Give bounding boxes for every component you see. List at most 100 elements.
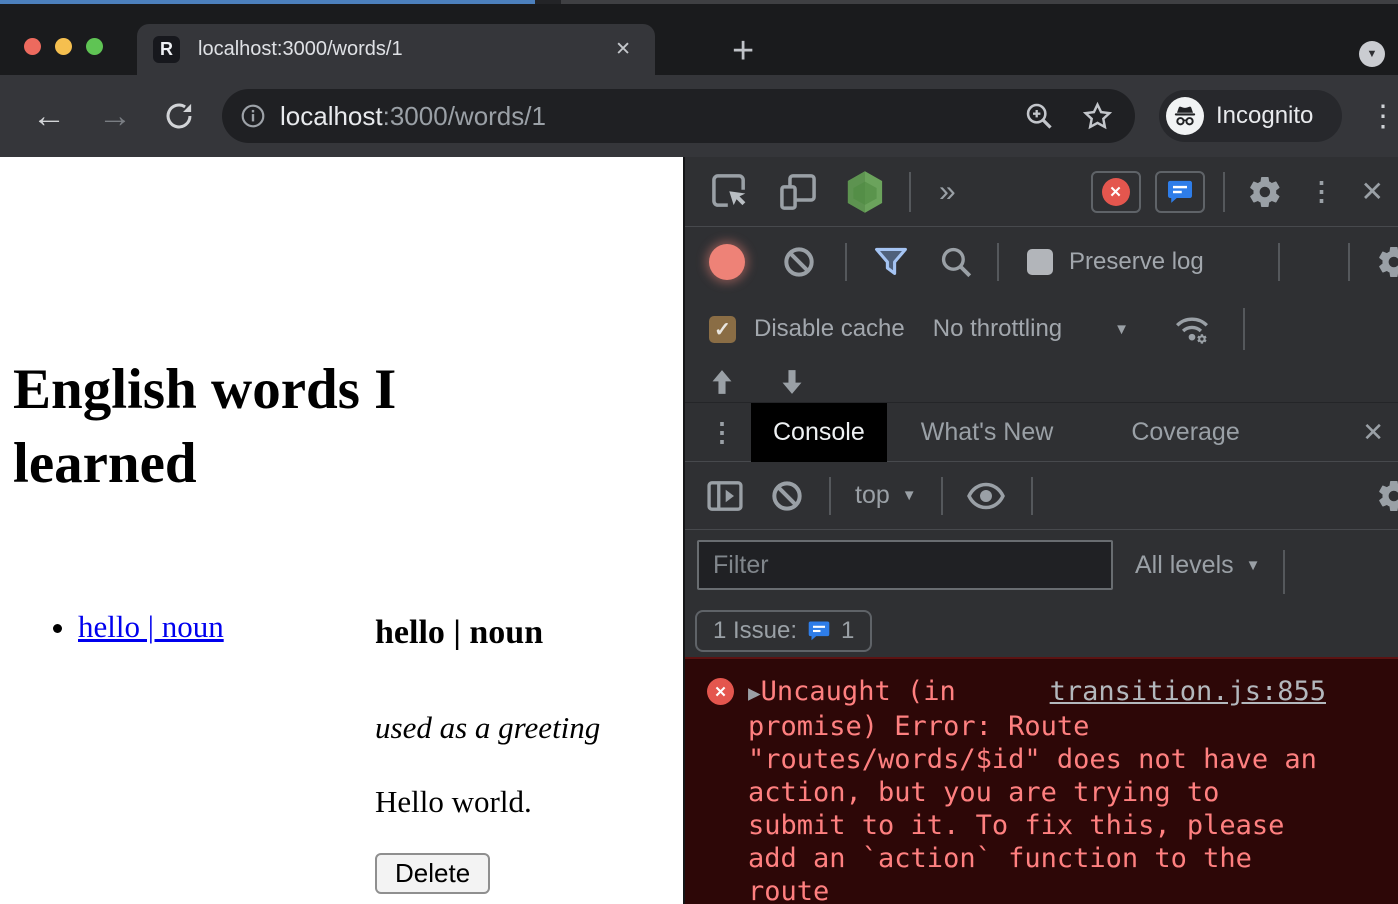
issues-chat-icon (1166, 178, 1194, 206)
disable-cache-label: Disable cache (754, 315, 905, 343)
list-item: hello | noun (78, 609, 224, 645)
url-text[interactable]: localhost:3000/words/1 (280, 101, 546, 132)
console-settings-gear-icon[interactable] (1376, 478, 1398, 514)
issues-count: 1 (841, 617, 854, 645)
issues-button[interactable] (1155, 171, 1205, 213)
devtools-panel: » ✕ ⋮ ✕ (683, 157, 1398, 904)
error-message-block: transition.js:855 ▶Uncaught (in promise)… (748, 675, 1326, 904)
throttling-caret-icon[interactable]: ▼ (1114, 321, 1129, 338)
divider (1283, 550, 1285, 594)
issues-row: 1 Issue: 1 (685, 600, 1398, 657)
browser-toolbar: ← → localhost:3000/words/1 Incognito ⋮ (0, 75, 1398, 157)
bookmark-star-icon[interactable] (1082, 101, 1113, 132)
back-button[interactable]: ← (32, 99, 66, 133)
page-title: English words I learned (13, 353, 573, 501)
tab-close-icon[interactable]: ✕ (615, 38, 631, 61)
javascript-context-select[interactable]: top (855, 481, 890, 510)
word-list: hello | noun (0, 609, 224, 645)
issues-text: 1 Issue: (713, 617, 797, 645)
incognito-label: Incognito (1216, 102, 1313, 130)
network-toolbar: Preserve log (685, 227, 1398, 296)
delete-button[interactable]: Delete (375, 853, 490, 894)
expand-triangle-icon[interactable]: ▶ (748, 681, 761, 705)
divider (941, 477, 943, 515)
tab-console[interactable]: Console (751, 403, 887, 462)
context-caret-icon[interactable]: ▼ (902, 487, 917, 504)
zoom-icon[interactable] (1024, 101, 1054, 131)
import-har-up-arrow-icon[interactable] (709, 369, 735, 395)
site-info-icon[interactable] (240, 103, 266, 129)
log-levels-select[interactable]: All levels ▼ (1135, 540, 1261, 590)
devtools-main-toolbar: » ✕ ⋮ ✕ (685, 157, 1398, 227)
export-har-down-arrow-icon[interactable] (779, 369, 805, 395)
divider (1243, 308, 1245, 350)
address-bar[interactable]: localhost:3000/words/1 (222, 89, 1135, 143)
search-icon[interactable] (939, 245, 973, 279)
tab-title: localhost:3000/words/1 (198, 38, 403, 61)
divider (1031, 477, 1033, 515)
issues-counter-button[interactable]: 1 Issue: 1 (695, 610, 872, 652)
filter-funnel-icon[interactable] (873, 246, 909, 278)
record-network-log-button[interactable] (709, 244, 745, 280)
word-title: hello | noun (375, 613, 600, 653)
content-area: English words I learned hello | noun hel… (0, 157, 1398, 904)
more-panels-icon[interactable]: » (939, 175, 956, 209)
forward-button: → (98, 99, 132, 133)
divider (829, 477, 831, 515)
divider (909, 172, 911, 212)
new-tab-button[interactable]: + (732, 30, 754, 73)
live-expression-eye-icon[interactable] (967, 482, 1005, 510)
console-sidebar-icon[interactable] (707, 480, 743, 512)
word-detail-panel: hello | noun used as a greeting Hello wo… (375, 613, 600, 894)
error-source-link[interactable]: transition.js:855 (1050, 675, 1326, 708)
disable-cache-checkbox[interactable]: ✓ (709, 316, 736, 343)
word-definition: used as a greeting (375, 709, 600, 747)
issue-chat-icon (807, 619, 831, 643)
node-devtools-icon[interactable] (845, 170, 885, 214)
browser-menu-icon[interactable]: ⋮ (1368, 99, 1398, 134)
har-import-export-row (685, 362, 1398, 402)
tab-search-button[interactable]: ▼ (1359, 41, 1385, 67)
clear-console-icon[interactable] (771, 480, 803, 512)
divider (997, 243, 999, 281)
reload-button[interactable] (164, 101, 194, 131)
tab-whats-new[interactable]: What's New (899, 403, 1076, 462)
network-settings-gear-icon[interactable] (1376, 244, 1398, 280)
clear-network-icon[interactable] (783, 246, 815, 278)
divider (1348, 243, 1350, 281)
error-message-text: Uncaught (in promise) Error: Route "rout… (748, 676, 1317, 904)
maximize-window-button[interactable] (86, 38, 103, 55)
browser-tab[interactable]: R localhost:3000/words/1 ✕ (137, 24, 655, 75)
tab-coverage[interactable]: Coverage (1109, 403, 1261, 462)
browser-window: R localhost:3000/words/1 ✕ + ▼ ← → local… (0, 0, 1398, 904)
error-icon: ✕ (707, 678, 734, 705)
console-filter-row: All levels ▼ (685, 530, 1398, 600)
inspect-element-icon[interactable] (711, 173, 749, 211)
devtools-close-icon[interactable]: ✕ (1361, 175, 1384, 208)
divider (1278, 243, 1280, 281)
incognito-badge: Incognito (1159, 90, 1342, 142)
minimize-window-button[interactable] (55, 38, 72, 55)
console-filter-input[interactable] (697, 540, 1113, 590)
preserve-log-label: Preserve log (1069, 248, 1204, 276)
network-conditions-row: ✓ Disable cache No throttling ▼ (685, 296, 1398, 362)
device-toolbar-icon[interactable] (779, 173, 817, 211)
webpage-viewport: English words I learned hello | noun hel… (0, 157, 683, 904)
console-error-entry: ✕ transition.js:855 ▶Uncaught (in promis… (685, 657, 1398, 904)
drawer-more-tools-icon[interactable]: ⋮ (709, 417, 735, 448)
word-link[interactable]: hello | noun (78, 609, 224, 644)
divider (1223, 172, 1225, 212)
error-count-button[interactable]: ✕ (1091, 171, 1141, 213)
devtools-menu-icon[interactable]: ⋮ (1309, 176, 1335, 207)
log-levels-label: All levels (1135, 551, 1234, 580)
preserve-log-checkbox[interactable] (1027, 249, 1053, 275)
levels-caret-icon: ▼ (1246, 557, 1261, 574)
close-window-button[interactable] (24, 38, 41, 55)
word-example: Hello world. (375, 783, 600, 821)
throttling-select[interactable]: No throttling (933, 315, 1062, 343)
settings-gear-icon[interactable] (1247, 174, 1283, 210)
network-conditions-wifi-icon[interactable] (1171, 311, 1213, 347)
console-toolbar: top ▼ (685, 462, 1398, 530)
url-host: localhost (280, 101, 383, 131)
drawer-close-icon[interactable]: ✕ (1362, 417, 1384, 448)
